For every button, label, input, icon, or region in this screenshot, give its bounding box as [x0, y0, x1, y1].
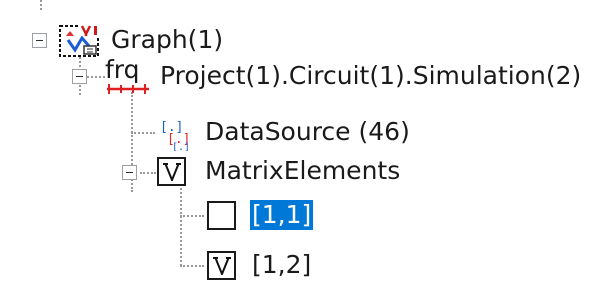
tree-node-graph[interactable]: Graph(1): [111, 25, 223, 55]
tree-node-1-2[interactable]: [1,2]: [252, 250, 311, 280]
tree-line: [40, 0, 42, 10]
tree-line: [180, 215, 204, 217]
tree-node-matrixelements[interactable]: MatrixElements: [205, 156, 400, 186]
item-1-2-checkbox[interactable]: [207, 251, 236, 280]
graph-icon: [58, 22, 102, 64]
collapse-toggle-matrixelements[interactable]: [122, 165, 137, 180]
tree-line: [180, 265, 204, 267]
frequency-icon: frq: [103, 55, 153, 97]
item-1-1-checkbox[interactable]: [207, 201, 236, 230]
tree-node-project[interactable]: Project(1).Circuit(1).Simulation(2): [160, 61, 581, 91]
tree-node-1-1[interactable]: [1,1]: [250, 200, 314, 230]
tree-view[interactable]: Graph(1) frq Project(1).Circuit(1).Simul…: [0, 0, 608, 286]
collapse-toggle-project[interactable]: [72, 69, 87, 84]
tree-line: [140, 172, 156, 174]
datasource-icon: [.] [.] [.]: [158, 115, 194, 155]
tree-line: [131, 132, 155, 134]
tree-line: [180, 183, 182, 266]
tree-node-datasource[interactable]: DataSource (46): [205, 117, 410, 147]
collapse-toggle-graph[interactable]: [32, 33, 47, 48]
matrixelements-checkbox[interactable]: [157, 157, 186, 186]
svg-text:[.]: [.]: [172, 142, 190, 151]
